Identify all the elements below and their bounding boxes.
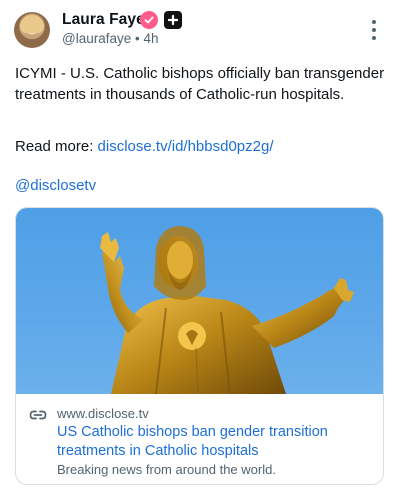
avatar[interactable] bbox=[14, 12, 50, 48]
author-meta: @laurafaye • 4h bbox=[62, 31, 159, 46]
read-more-link[interactable]: disclose.tv/id/hbbsd0pz2g/ bbox=[98, 138, 274, 155]
card-image[interactable] bbox=[16, 208, 383, 394]
plus-badge-icon bbox=[164, 11, 182, 29]
verified-badge-icon bbox=[140, 11, 158, 29]
link-preview-card[interactable]: www.disclose.tv US Catholic bishops ban … bbox=[15, 207, 384, 485]
mention-link[interactable]: @disclosetv bbox=[15, 177, 96, 194]
card-title[interactable]: US Catholic bishops ban gender transitio… bbox=[57, 423, 375, 461]
author-name[interactable]: Laura Faye bbox=[62, 11, 145, 29]
post: Laura Faye @laurafaye • 4h ICYMI - U.S. … bbox=[0, 0, 400, 500]
author-handle[interactable]: @laurafaye bbox=[62, 31, 131, 46]
read-more-label: Read more: bbox=[15, 138, 98, 155]
statue-image bbox=[100, 226, 354, 394]
read-more-line: Read more: disclose.tv/id/hbbsd0pz2g/ bbox=[15, 138, 274, 155]
card-footer[interactable]: www.disclose.tv US Catholic bishops ban … bbox=[16, 394, 383, 484]
more-options-icon[interactable] bbox=[366, 20, 382, 40]
post-text: ICYMI - U.S. Catholic bishops officially… bbox=[15, 65, 385, 103]
card-description: Breaking news from around the world. bbox=[57, 462, 276, 477]
card-domain: www.disclose.tv bbox=[57, 406, 149, 421]
link-icon bbox=[29, 410, 47, 420]
post-time[interactable]: 4h bbox=[144, 31, 159, 46]
meta-separator: • bbox=[135, 31, 140, 46]
